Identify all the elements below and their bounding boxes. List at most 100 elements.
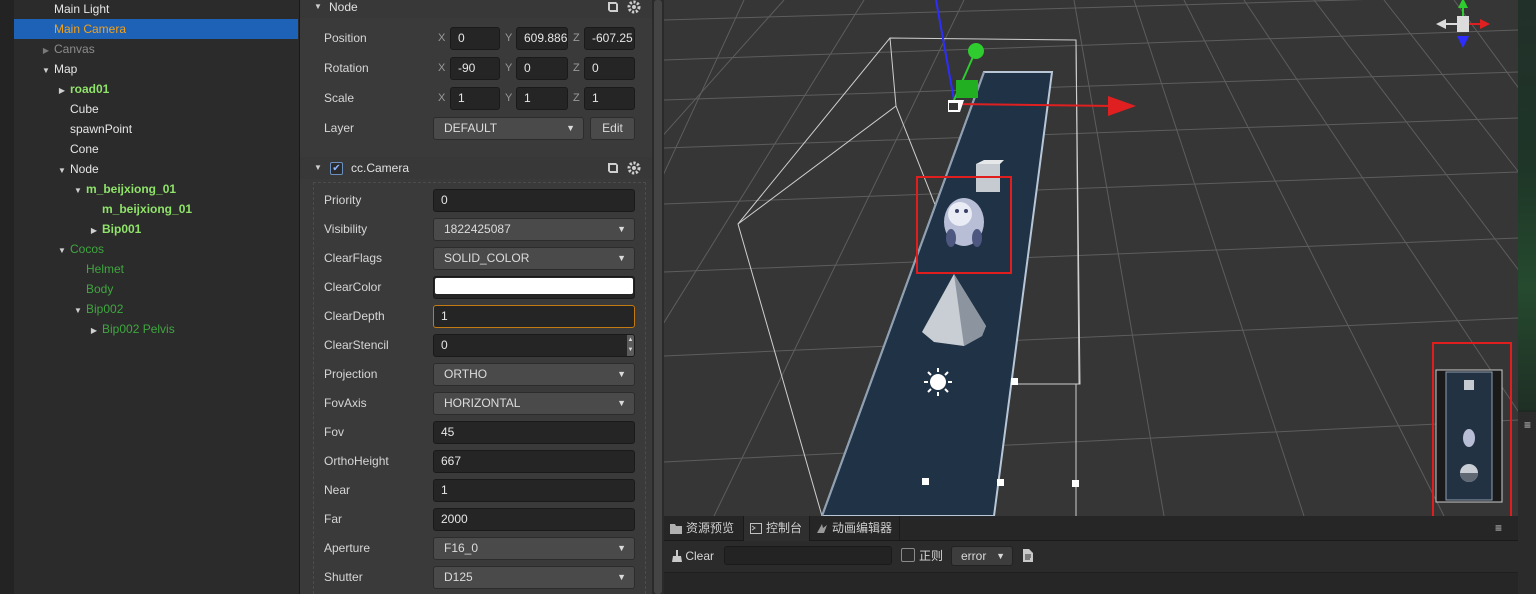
- fovaxis-value: HORIZONTAL: [444, 396, 521, 410]
- hierarchy-node-row[interactable]: Main Camera: [14, 19, 298, 39]
- console-search-input[interactable]: [724, 546, 892, 565]
- position-x-input[interactable]: 0: [450, 27, 500, 50]
- menu-icon[interactable]: ≡: [1495, 521, 1502, 535]
- visibility-select[interactable]: 1822425087 ▼: [433, 218, 635, 241]
- layer-edit-button[interactable]: Edit: [590, 117, 635, 140]
- inspector-scrollbar[interactable]: [652, 0, 664, 594]
- scale-z-input[interactable]: 1: [584, 87, 635, 110]
- priority-input[interactable]: 0: [433, 189, 635, 212]
- hierarchy-node-row[interactable]: Main Light: [14, 0, 298, 19]
- camera-section-header[interactable]: ▼ cc.Camera: [300, 157, 652, 179]
- far-label: Far: [324, 512, 342, 526]
- chevron-down-icon: ▼: [566, 123, 575, 133]
- hierarchy-node-row[interactable]: m_beijxiong_01: [14, 199, 298, 219]
- log-level-select[interactable]: error ▼: [951, 546, 1013, 566]
- aperture-select[interactable]: F16_0 ▼: [433, 537, 635, 560]
- hierarchy-node-label: Bip002 Pelvis: [102, 322, 175, 336]
- orientation-gizmo-icon[interactable]: [1436, 0, 1490, 48]
- hierarchy-node-row[interactable]: ▶ Canvas: [14, 39, 298, 59]
- hierarchy-node-row[interactable]: ▼ Node: [14, 159, 298, 179]
- expand-arrow-icon[interactable]: ▶: [88, 321, 100, 341]
- far-input[interactable]: 2000: [433, 508, 635, 531]
- position-z-axis: Z: [573, 32, 580, 44]
- hierarchy-node-row[interactable]: spawnPoint: [14, 119, 298, 139]
- clearstencil-value: 0: [441, 338, 448, 352]
- collapse-arrow-icon[interactable]: ▼: [314, 157, 322, 179]
- book-icon[interactable]: [606, 0, 620, 14]
- hierarchy-node-label: Body: [86, 282, 114, 296]
- scrollbar-thumb[interactable]: [654, 0, 662, 594]
- rotation-z-input[interactable]: 0: [584, 57, 635, 80]
- expand-arrow-icon[interactable]: ▶: [56, 81, 68, 101]
- clear-button[interactable]: Clear: [672, 548, 714, 564]
- hierarchy-node-row[interactable]: ▶ road01: [14, 79, 298, 99]
- tab-console-label: 控制台: [766, 521, 803, 535]
- hierarchy-node-label: Main Light: [54, 2, 110, 16]
- hierarchy-node-row[interactable]: Cone: [14, 139, 298, 159]
- hierarchy-node-row[interactable]: Body: [14, 279, 298, 299]
- hierarchy-node-row[interactable]: ▼ m_beijxiong_01: [14, 179, 298, 199]
- collapse-arrow-icon[interactable]: ▼: [72, 181, 84, 201]
- hierarchy-node-row[interactable]: Cube: [14, 99, 298, 119]
- position-label: Position: [324, 31, 367, 45]
- expand-arrow-icon[interactable]: ▶: [40, 41, 52, 61]
- fovaxis-select[interactable]: HORIZONTAL ▼: [433, 392, 635, 415]
- layer-select[interactable]: DEFAULT ▼: [433, 117, 584, 140]
- fov-input[interactable]: 45: [433, 421, 635, 444]
- clearcolor-label: ClearColor: [324, 280, 382, 294]
- clearstencil-input[interactable]: 0 ▲ ▼: [433, 334, 635, 357]
- position-y-input[interactable]: 609.886: [516, 27, 568, 50]
- gear-icon[interactable]: [627, 0, 641, 14]
- position-z-input[interactable]: -607.25: [584, 27, 635, 50]
- stepper-arrows-icon[interactable]: ▲ ▼: [627, 335, 634, 356]
- clearflags-select[interactable]: SOLID_COLOR ▼: [433, 247, 635, 270]
- scene-viewport[interactable]: [664, 0, 1518, 516]
- expand-arrow-icon[interactable]: ▶: [88, 221, 100, 241]
- collapse-arrow-icon[interactable]: ▼: [56, 241, 68, 261]
- scale-y-input[interactable]: 1: [516, 87, 568, 110]
- book-icon[interactable]: [606, 161, 620, 175]
- hierarchy-node-row[interactable]: ▼ Map: [14, 59, 298, 79]
- hierarchy-node-row[interactable]: ▼ Cocos: [14, 239, 298, 259]
- fov-label: Fov: [324, 425, 345, 439]
- cleardepth-input[interactable]: 1: [433, 305, 635, 328]
- scale-label: Scale: [324, 91, 355, 105]
- scene-canvas[interactable]: [664, 0, 1518, 516]
- hierarchy-node-row[interactable]: Helmet: [14, 259, 298, 279]
- collapse-arrow-icon[interactable]: ▼: [56, 161, 68, 181]
- log-level-value: error: [961, 549, 987, 563]
- tab-console[interactable]: 控制台: [744, 516, 810, 541]
- console-output[interactable]: [664, 572, 1518, 594]
- folder-icon: [670, 524, 682, 534]
- aperture-label: Aperture: [324, 541, 371, 555]
- tab-asset-preview[interactable]: 资源预览: [664, 516, 744, 541]
- camera-enabled-checkbox[interactable]: ✔: [330, 162, 343, 175]
- shutter-select[interactable]: D125 ▼: [433, 566, 635, 589]
- orthoheight-label: OrthoHeight: [324, 454, 389, 468]
- hierarchy-node-row[interactable]: ▼ Bip002: [14, 299, 298, 319]
- tab-animation-editor[interactable]: 动画编辑器: [810, 516, 900, 541]
- near-input[interactable]: 1: [433, 479, 635, 502]
- collapse-arrow-icon[interactable]: ▼: [314, 0, 322, 18]
- visibility-value: 1822425087: [444, 222, 511, 236]
- collapse-arrow-icon[interactable]: ▼: [40, 61, 52, 81]
- regex-checkbox[interactable]: [901, 548, 915, 562]
- open-log-file-icon[interactable]: [1023, 549, 1033, 562]
- rotation-z-axis: Z: [573, 62, 580, 74]
- gear-icon[interactable]: [627, 161, 641, 175]
- rotation-y-input[interactable]: 0: [516, 57, 568, 80]
- visibility-label: Visibility: [324, 222, 368, 236]
- orthoheight-input[interactable]: 667: [433, 450, 635, 473]
- hierarchy-node-row[interactable]: ▶ Bip001: [14, 219, 298, 239]
- clearcolor-picker[interactable]: [433, 276, 635, 299]
- menu-icon[interactable]: ≡: [1524, 418, 1531, 432]
- scale-x-input[interactable]: 1: [450, 87, 500, 110]
- hierarchy-node-label: Cone: [70, 142, 99, 156]
- collapse-arrow-icon[interactable]: ▼: [72, 301, 84, 321]
- hierarchy-node-label: road01: [70, 82, 110, 96]
- hierarchy-node-label: m_beijxiong_01: [86, 182, 177, 196]
- node-section-header[interactable]: ▼ Node: [300, 0, 652, 18]
- projection-select[interactable]: ORTHO ▼: [433, 363, 635, 386]
- hierarchy-node-row[interactable]: ▶ Bip002 Pelvis: [14, 319, 298, 339]
- rotation-x-input[interactable]: -90: [450, 57, 500, 80]
